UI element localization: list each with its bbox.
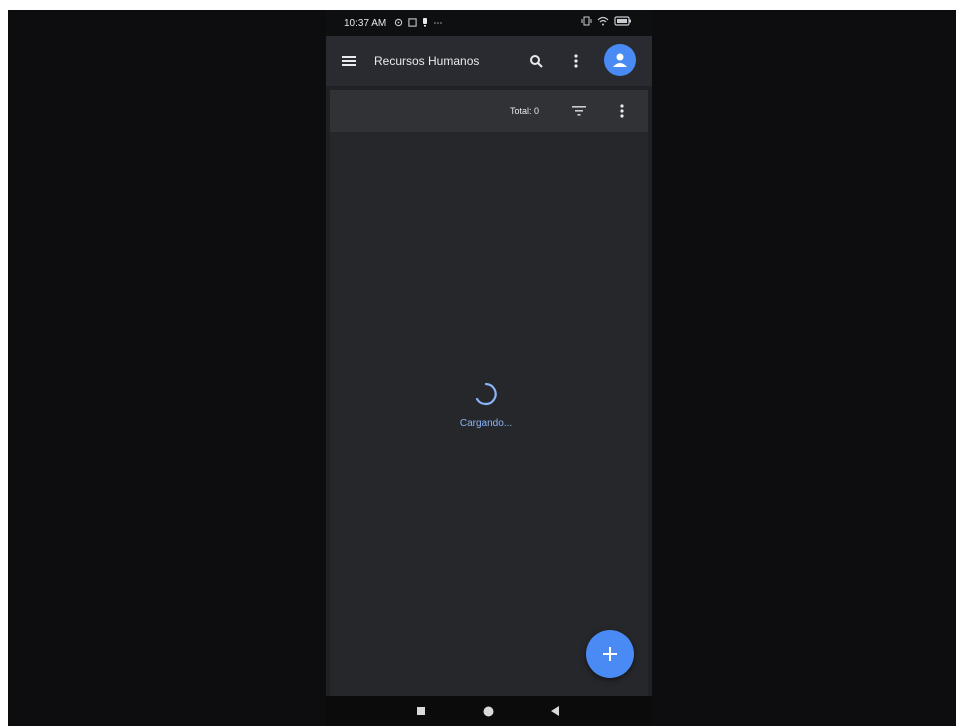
person-icon bbox=[613, 53, 627, 67]
loading-spinner-icon bbox=[466, 374, 506, 414]
more-vert-icon[interactable] bbox=[566, 49, 586, 73]
search-icon[interactable] bbox=[524, 49, 548, 73]
app-title: Recursos Humanos bbox=[374, 54, 480, 68]
status-time: 10:37 AM bbox=[344, 18, 387, 29]
total-count-label: Total: 0 bbox=[510, 106, 540, 116]
add-button[interactable] bbox=[586, 630, 634, 678]
phone-screen: 10:37 AM Recursos Humanos Total: 0 Carga… bbox=[326, 10, 652, 726]
wifi-icon bbox=[597, 16, 609, 29]
menu-icon[interactable] bbox=[338, 50, 360, 72]
location-icon bbox=[394, 18, 403, 30]
status-right-icons bbox=[581, 16, 632, 29]
app-bar: Recursos Humanos bbox=[326, 36, 652, 86]
status-bar: 10:37 AM bbox=[326, 10, 652, 36]
home-icon[interactable] bbox=[479, 702, 497, 720]
plus-icon bbox=[603, 647, 617, 661]
list-toolbar: Total: 0 bbox=[330, 90, 648, 132]
status-left-icons bbox=[394, 17, 443, 30]
screenshot-icon bbox=[408, 17, 417, 30]
toolbar-more-vert-icon[interactable] bbox=[614, 100, 630, 122]
vibrate-icon bbox=[581, 16, 592, 29]
system-nav-bar bbox=[326, 696, 652, 726]
more-notifications-icon bbox=[433, 18, 443, 29]
battery-icon bbox=[614, 16, 632, 29]
back-icon[interactable] bbox=[546, 702, 564, 720]
notification-icon bbox=[422, 17, 428, 30]
filter-icon[interactable] bbox=[568, 100, 590, 122]
avatar[interactable] bbox=[604, 44, 636, 76]
loading-text: Cargando... bbox=[459, 418, 513, 429]
recents-icon[interactable] bbox=[412, 702, 430, 720]
